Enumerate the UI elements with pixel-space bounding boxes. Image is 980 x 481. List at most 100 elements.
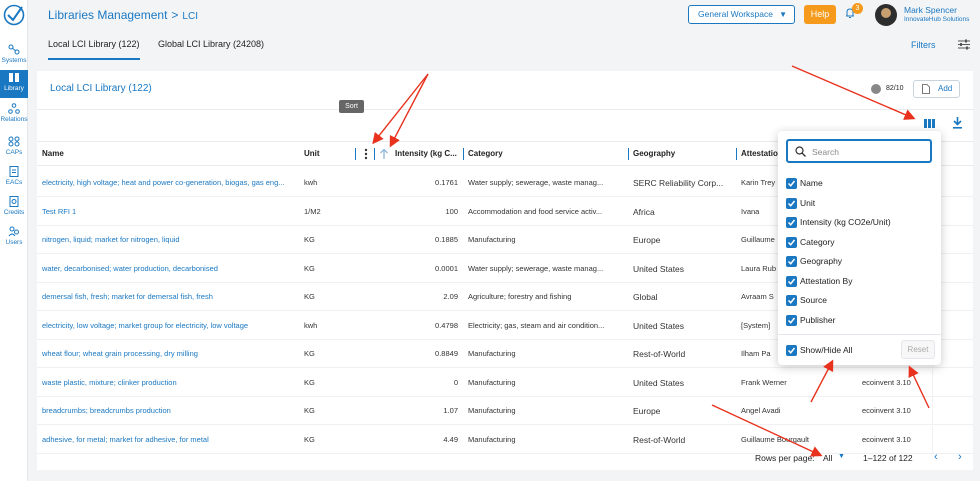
column-option-label: Publisher xyxy=(800,314,836,325)
column-header-attestation[interactable]: Attestation xyxy=(741,142,783,166)
cell-geography: Global xyxy=(633,292,658,302)
caps-icon xyxy=(8,136,20,147)
column-option-label: Unit xyxy=(800,197,816,208)
workspace-label: General Workspace xyxy=(698,9,773,19)
column-divider[interactable] xyxy=(355,148,356,160)
app-logo-icon[interactable] xyxy=(3,4,25,26)
cell-name[interactable]: electricity, low voltage; market group f… xyxy=(42,312,300,340)
column-search-input[interactable] xyxy=(812,144,922,159)
rows-per-page-label: Rows per page: xyxy=(755,453,815,463)
cell-unit: kwh xyxy=(304,320,318,330)
column-divider[interactable] xyxy=(628,148,629,160)
columns-icon[interactable] xyxy=(924,119,935,128)
card-divider xyxy=(37,109,973,110)
credits-icon xyxy=(9,196,19,207)
sidebar-item-label: Library xyxy=(4,85,24,92)
filters-button[interactable]: Filters xyxy=(911,40,936,50)
workspace-select[interactable]: General Workspace ▼ xyxy=(688,5,795,24)
cell-source: ecoinvent 3.10 xyxy=(862,406,911,415)
cell-name[interactable]: water, decarbonised; water production, d… xyxy=(42,255,300,283)
column-header-category[interactable]: Category xyxy=(468,142,618,166)
cell-intensity: 0.8849 xyxy=(435,349,458,358)
breadcrumb-separator: > xyxy=(171,8,179,22)
cell-geography: Africa xyxy=(633,206,655,217)
cell-unit: KG xyxy=(304,377,315,387)
cell-name[interactable]: Test RFI 1 xyxy=(42,198,300,226)
chevron-down-icon: ▼ xyxy=(779,10,787,19)
breadcrumb: Libraries Management > LCI xyxy=(48,8,198,22)
chevron-down-icon[interactable]: ▼ xyxy=(838,453,845,460)
sliders-icon[interactable] xyxy=(958,39,970,50)
cell-name[interactable]: demersal fish, fresh; market for demersa… xyxy=(42,283,300,311)
checkbox-checked-icon xyxy=(786,197,797,209)
reset-button[interactable]: Reset xyxy=(901,340,935,359)
rows-per-page-select[interactable]: All xyxy=(823,453,832,463)
sidebar-item-users[interactable]: Users xyxy=(0,224,28,252)
sidebar-item-systems[interactable]: Systems xyxy=(0,42,28,70)
help-button[interactable]: Help xyxy=(804,5,836,24)
avatar[interactable] xyxy=(875,4,897,26)
column-divider[interactable] xyxy=(736,148,737,160)
cell-category: Water supply; sewerage, waste manag... xyxy=(468,263,604,273)
eacs-icon xyxy=(9,166,19,177)
row-divider xyxy=(932,368,933,397)
cell-name[interactable]: electricity, high voltage; heat and powe… xyxy=(42,169,300,197)
cell-intensity: 0.1761 xyxy=(435,178,458,187)
cell-geography: Europe xyxy=(633,406,661,416)
column-menu-icon[interactable] xyxy=(364,147,368,161)
column-header-intensity[interactable]: Intensity (kg C... xyxy=(395,142,459,166)
column-option-label: Geography xyxy=(800,256,843,266)
column-header-unit[interactable]: Unit xyxy=(304,142,344,166)
checkbox-checked-icon xyxy=(786,295,797,306)
cell-category: Agriculture; forestry and fishing xyxy=(468,292,572,301)
user-name[interactable]: Mark Spencer xyxy=(904,5,957,15)
column-divider[interactable] xyxy=(374,148,375,160)
cell-name[interactable]: breadcrumbs; breadcrumbs production xyxy=(42,397,300,425)
rating-value: 82/10 xyxy=(886,85,904,92)
sidebar-item-library[interactable]: Library xyxy=(0,70,28,98)
sidebar-item-credits[interactable]: Credits xyxy=(0,194,28,222)
previous-page-icon[interactable]: ‹ xyxy=(934,451,938,463)
add-button[interactable]: Add xyxy=(913,80,960,98)
tab-global-lci-library[interactable]: Global LCI Library (24208) xyxy=(158,39,264,49)
cell-category: Accommodation and food service activ... xyxy=(468,206,603,216)
search-icon xyxy=(795,146,806,157)
row-divider xyxy=(932,397,933,425)
next-page-icon[interactable]: › xyxy=(958,451,962,463)
table-row[interactable]: breadcrumbs; breadcrumbs production KG 1.0… xyxy=(37,397,973,425)
cell-name[interactable]: wheat flour; wheat grain processing, dry… xyxy=(42,340,300,368)
tab-local-lci-library[interactable]: Local LCI Library (122) xyxy=(48,39,140,60)
column-header-geography[interactable]: Geography xyxy=(633,142,733,166)
column-search-box[interactable] xyxy=(786,139,932,163)
cell-category: Manufacturing xyxy=(468,377,516,387)
column-divider[interactable] xyxy=(463,148,464,160)
user-organization: InnovateHub Solutions xyxy=(904,16,970,23)
cell-name[interactable]: nitrogen, liquid; market for nitrogen, l… xyxy=(42,226,300,254)
cell-geography: United States xyxy=(633,263,685,274)
cell-unit: KG xyxy=(304,292,315,301)
users-icon xyxy=(8,226,19,237)
app-root: Systems Library Relations CAPs EACs Cred… xyxy=(0,0,980,481)
top-bar: Libraries Management > LCI General Workspa… xyxy=(28,0,980,30)
sidebar-item-caps[interactable]: CAPs xyxy=(0,134,28,162)
download-icon[interactable] xyxy=(952,117,963,129)
breadcrumb-libraries[interactable]: Libraries Management xyxy=(48,8,167,22)
column-visibility-popup: Name Unit Intensity (kg CO2e/Unit) Category… xyxy=(778,131,941,365)
card-title: Local LCI Library (122) xyxy=(50,83,152,94)
checkbox-checked-icon xyxy=(786,217,797,228)
sidebar-item-eacs[interactable]: EACs xyxy=(0,164,28,192)
column-header-name[interactable]: Name xyxy=(42,142,242,166)
cell-name[interactable]: waste plastic, mixture; clinker producti… xyxy=(42,369,300,397)
checkbox-checked-icon xyxy=(786,275,797,287)
show-hide-all-label: Show/Hide All xyxy=(800,345,853,355)
sort-arrow-up-icon[interactable] xyxy=(379,148,389,160)
cell-unit: KG xyxy=(304,235,315,244)
table-row[interactable]: waste plastic, mixture; clinker producti… xyxy=(37,368,973,397)
column-option-label: Source xyxy=(800,295,827,305)
checkbox-checked-icon xyxy=(786,178,797,189)
cell-unit: KG xyxy=(304,406,315,415)
checkbox-checked-icon xyxy=(786,345,797,356)
sidebar-item-relations[interactable]: Relations xyxy=(0,101,28,129)
column-option-label: Intensity (kg CO2e/Unit) xyxy=(800,217,891,227)
cell-intensity: 0.1885 xyxy=(435,235,458,244)
